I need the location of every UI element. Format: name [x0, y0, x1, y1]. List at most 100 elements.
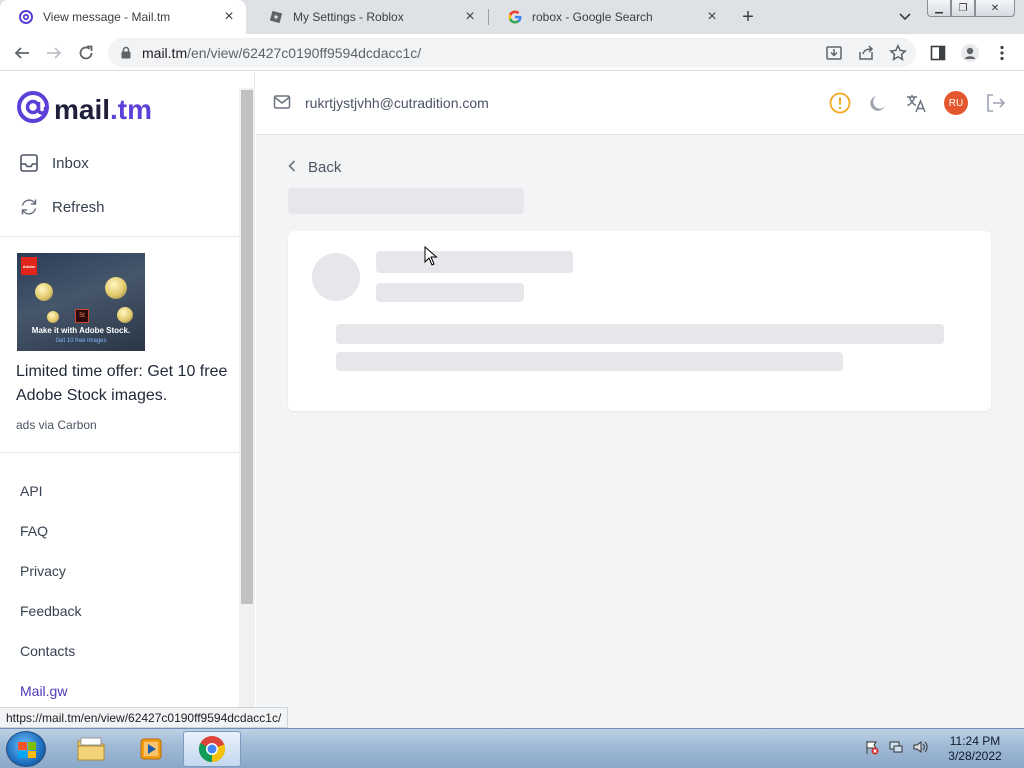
sidebar-scrollbar-thumb[interactable] [241, 90, 253, 604]
nav-refresh-label: Refresh [52, 198, 105, 216]
address-bar[interactable]: mail.tm/en/view/62427c0190ff9594dcdacc1c… [108, 38, 916, 67]
windows-logo-icon [18, 742, 36, 758]
back-arrow-icon[interactable] [10, 41, 34, 65]
close-tab-icon[interactable]: × [220, 8, 238, 26]
close-window-icon[interactable]: ✕ [975, 0, 1015, 17]
url-path: /en/view/62427c0190ff9594dcdacc1c/ [187, 45, 422, 61]
logo-tld: .tm [110, 94, 153, 125]
footer-link-privacy[interactable]: Privacy [20, 563, 66, 579]
warning-icon[interactable] [828, 91, 852, 115]
lock-icon[interactable] [120, 46, 132, 64]
taskbar-chrome[interactable] [183, 731, 241, 767]
ad-lantern [105, 277, 127, 299]
roblox-icon [268, 9, 284, 25]
profile-icon[interactable] [958, 41, 982, 65]
divider [0, 452, 239, 453]
close-tab-icon[interactable]: × [703, 8, 721, 26]
dark-mode-moon-icon[interactable] [866, 91, 890, 115]
back-link[interactable]: Back [288, 159, 341, 176]
inbox-icon [18, 152, 40, 174]
google-icon [507, 9, 523, 25]
mailtm-at-icon [18, 9, 34, 25]
side-panel-icon[interactable] [926, 41, 950, 65]
logo-text: mail.tm [54, 94, 152, 126]
link-status-bubble: https://mail.tm/en/view/62427c0190ff9594… [0, 707, 289, 728]
adobe-stock-logo: St [75, 309, 89, 323]
bookmark-star-icon[interactable] [886, 41, 910, 65]
volume-icon[interactable] [912, 739, 928, 755]
ad-image[interactable]: Adobe St Make it with Adobe Stock. Get 1… [17, 253, 145, 351]
body-line-skeleton [336, 352, 843, 371]
footer-link-feedback[interactable]: Feedback [20, 603, 81, 619]
ad-text-link[interactable]: Limited time offer: Get 10 free Adobe St… [16, 360, 231, 408]
subject-skeleton [288, 188, 524, 214]
sender-name-skeleton [376, 251, 573, 273]
system-tray [864, 739, 928, 755]
envelope-icon [273, 94, 291, 115]
account-email[interactable]: rukrtjystjvhh@cutradition.com [305, 95, 489, 111]
share-icon[interactable] [854, 41, 878, 65]
divider [0, 236, 239, 237]
logout-icon[interactable] [983, 91, 1007, 115]
url-text: mail.tm/en/view/62427c0190ff9594dcdacc1c… [142, 45, 421, 61]
new-tab-plus-icon[interactable]: + [737, 6, 759, 28]
footer-link-faq[interactable]: FAQ [20, 523, 48, 539]
message-view: Back [256, 135, 1024, 728]
windows-taskbar: 11:24 PM 3/28/2022 [0, 728, 1024, 768]
chevron-left-icon [288, 159, 296, 176]
footer-link-api[interactable]: API [20, 483, 43, 499]
user-avatar[interactable]: RU [944, 91, 968, 115]
reload-icon[interactable] [74, 41, 98, 65]
tab-view-message[interactable]: View message - Mail.tm × [0, 0, 246, 34]
body-line-skeleton [336, 324, 944, 344]
tab-google-search[interactable]: robox - Google Search × [489, 0, 729, 34]
sender-avatar-skeleton [312, 253, 360, 301]
minimize-icon[interactable]: ▁ [927, 0, 951, 17]
refresh-icon [18, 196, 40, 218]
ads-via-carbon-link[interactable]: ads via Carbon [16, 418, 97, 432]
folder-icon [77, 737, 105, 761]
language-translate-icon[interactable] [904, 91, 928, 115]
mailtm-logo[interactable]: mail.tm [16, 90, 152, 130]
logo-at-icon [16, 90, 50, 130]
ad-image-tagline: Make it with Adobe Stock. [31, 326, 131, 335]
back-label: Back [308, 159, 342, 176]
tab-roblox-settings[interactable]: My Settings - Roblox × [250, 0, 487, 34]
tab-title: View message - Mail.tm [43, 10, 171, 24]
nav-refresh[interactable]: Refresh [18, 196, 105, 218]
network-icon[interactable] [888, 739, 904, 755]
taskbar-file-explorer[interactable] [62, 731, 120, 767]
taskbar-clock[interactable]: 11:24 PM 3/28/2022 [940, 734, 1010, 764]
ad-lantern [35, 283, 53, 301]
url-host: mail.tm [142, 45, 188, 61]
mouse-cursor-icon [424, 246, 438, 266]
nav-inbox-label: Inbox [52, 154, 89, 172]
start-button[interactable] [6, 731, 46, 767]
tab-title: My Settings - Roblox [293, 10, 404, 24]
clock-date: 3/28/2022 [948, 749, 1002, 763]
logo-brand: mail [54, 94, 111, 125]
install-app-icon[interactable] [822, 41, 846, 65]
chrome-menu-icon[interactable] [990, 41, 1014, 65]
close-tab-icon[interactable]: × [461, 8, 479, 26]
tab-title: robox - Google Search [532, 10, 653, 24]
window-controls: ▁ ❐ ✕ [927, 0, 1015, 18]
browser-tab-strip: View message - Mail.tm × My Settings - R… [0, 0, 1024, 34]
forward-arrow-icon[interactable] [42, 41, 66, 65]
tab-search-chevron-icon[interactable] [896, 8, 914, 26]
mail-header: rukrtjystjvhh@cutradition.com RU [256, 72, 1024, 135]
message-card-skeleton [288, 231, 991, 411]
sidebar-scrollbar[interactable] [239, 88, 255, 728]
ad-lantern [117, 307, 133, 323]
media-player-icon [140, 738, 162, 760]
ad-lantern [47, 311, 59, 323]
footer-link-contacts[interactable]: Contacts [20, 643, 75, 659]
sidebar: mail.tm Inbox Refresh Adobe St Make it w… [0, 72, 255, 728]
chrome-icon [198, 736, 226, 763]
footer-link-mailgw[interactable]: Mail.gw [20, 683, 67, 699]
taskbar-media-player[interactable] [122, 731, 180, 767]
action-center-flag-icon[interactable] [864, 739, 880, 755]
nav-inbox[interactable]: Inbox [18, 152, 89, 174]
restore-icon[interactable]: ❐ [951, 0, 975, 17]
browser-toolbar: mail.tm/en/view/62427c0190ff9594dcdacc1c… [0, 34, 1024, 71]
